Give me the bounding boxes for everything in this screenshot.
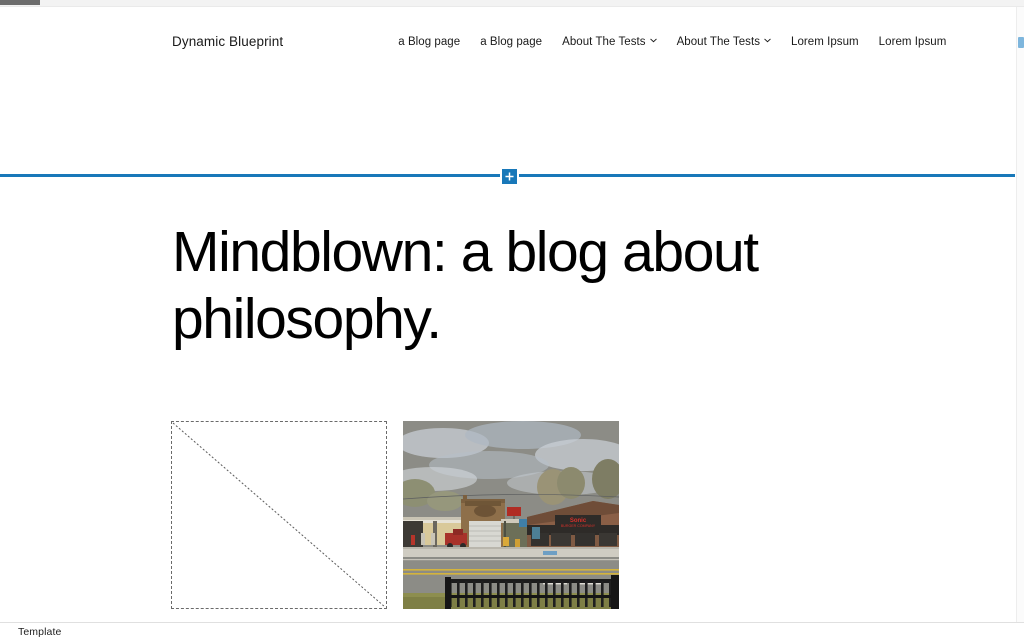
editor-footer-bar: Template xyxy=(0,622,1024,640)
chevron-down-icon xyxy=(649,37,657,44)
editor-canvas[interactable]: Dynamic Blueprint a Blog page a Blog pag… xyxy=(0,7,1015,622)
site-title[interactable]: Dynamic Blueprint xyxy=(172,34,283,49)
chevron-down-icon xyxy=(764,37,771,44)
nav-item-blog-page-1[interactable]: a Blog page xyxy=(388,36,470,48)
breadcrumb[interactable]: Template xyxy=(18,626,61,638)
media-row: Sonic BURGER COMPANY xyxy=(171,421,771,611)
svg-text:BURGER COMPANY: BURGER COMPANY xyxy=(561,524,596,528)
header-inner: Dynamic Blueprint a Blog page a Blog pag… xyxy=(172,34,946,49)
nav-item-label: About The Tests xyxy=(676,35,760,48)
broken-image-diagonal-icon xyxy=(172,422,386,608)
vertical-scrollbar[interactable] xyxy=(1016,7,1024,622)
post-featured-image[interactable]: Sonic BURGER COMPANY xyxy=(403,421,619,609)
horizontal-scroll-thumb[interactable] xyxy=(0,0,40,5)
page-title[interactable]: Mindblown: a blog about philosophy. xyxy=(172,219,872,354)
site-header-block[interactable]: Dynamic Blueprint a Blog page a Blog pag… xyxy=(0,7,1015,167)
nav-item-label: Lorem Ipsum xyxy=(791,35,859,48)
nav-item-lorem-ipsum-1[interactable]: Lorem Ipsum xyxy=(781,36,869,48)
street-scene-photo: Sonic BURGER COMPANY xyxy=(403,421,619,609)
nav-item-label: a Blog page xyxy=(398,35,461,48)
primary-navigation[interactable]: a Blog page a Blog page About The Tests … xyxy=(388,36,956,48)
nav-item-label: Lorem Ipsum xyxy=(878,35,947,48)
nav-item-blog-page-2[interactable]: a Blog page xyxy=(470,36,552,48)
add-block-button[interactable] xyxy=(500,167,519,186)
site-editor-window: Dynamic Blueprint a Blog page a Blog pag… xyxy=(0,0,1024,640)
nav-item-label: About The Tests xyxy=(562,35,646,48)
block-inserter-divider xyxy=(0,167,1015,186)
nav-item-lorem-ipsum-2[interactable]: Lorem Ipsum xyxy=(869,36,957,48)
nav-item-about-the-tests-1[interactable]: About The Tests xyxy=(552,36,666,48)
vertical-scroll-thumb[interactable] xyxy=(1018,37,1024,48)
nav-item-label: a Blog page xyxy=(480,35,543,48)
broken-image-placeholder[interactable] xyxy=(171,421,387,609)
nav-item-about-the-tests-2[interactable]: About The Tests xyxy=(667,36,781,48)
plus-icon xyxy=(505,172,514,181)
horizontal-scrollbar[interactable] xyxy=(0,0,1024,7)
